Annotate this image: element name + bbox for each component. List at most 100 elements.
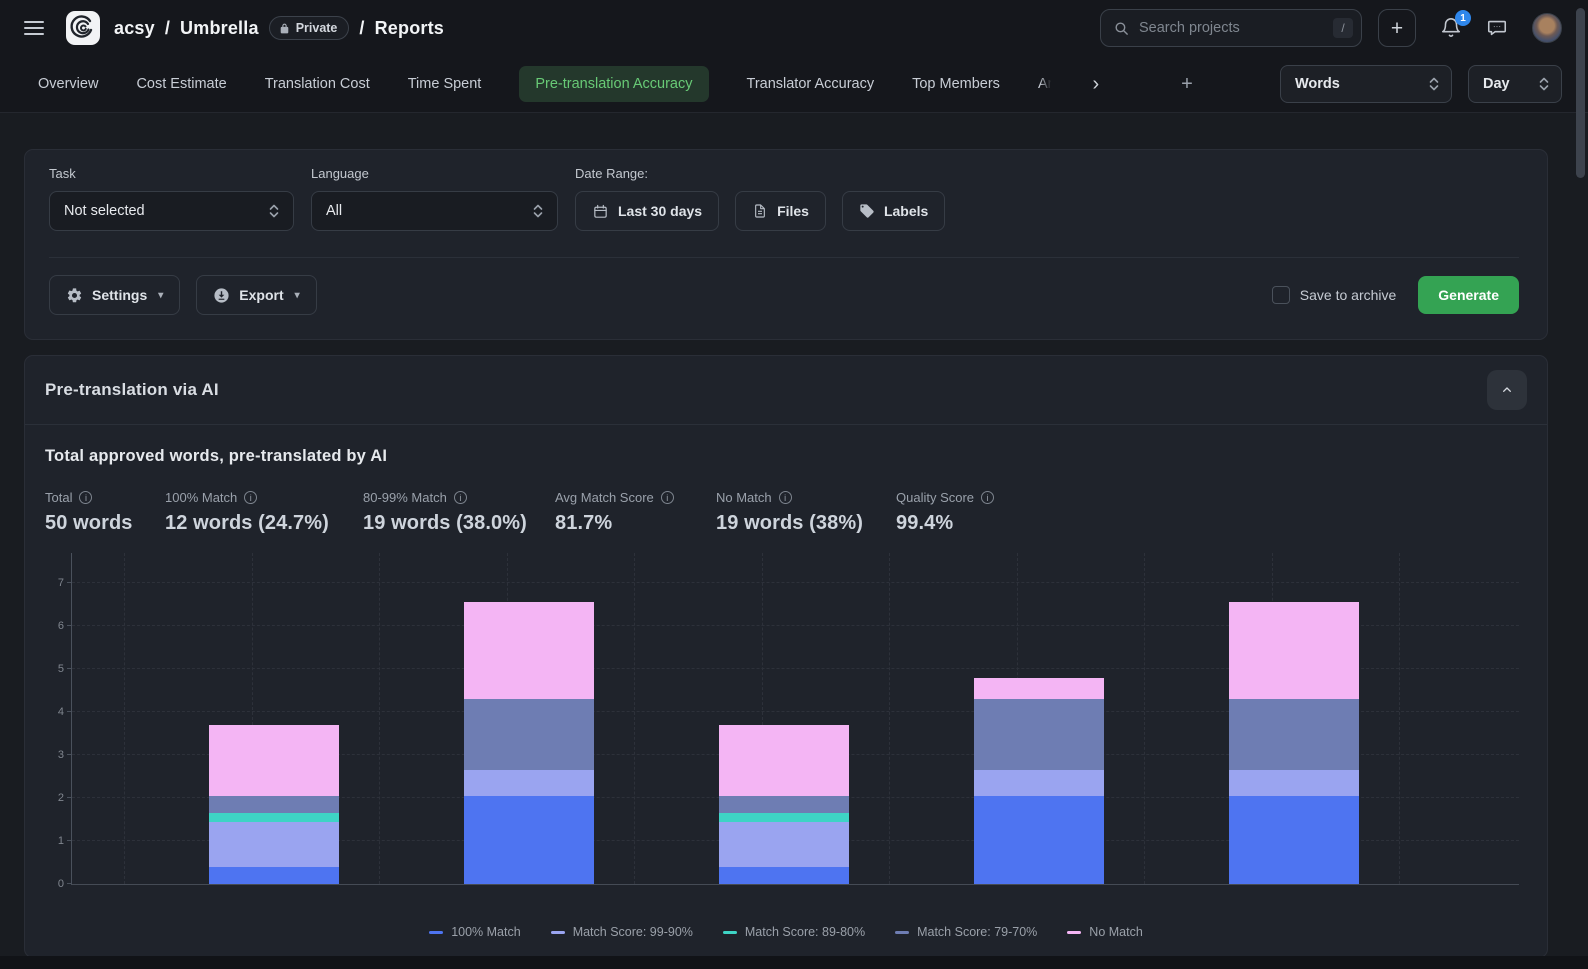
y-axis-tick [67,797,72,798]
legend-item-match-score-79-70-[interactable]: Match Score: 79-70% [895,925,1037,939]
bar-segment-match-score-79-70-[interactable] [1229,699,1359,770]
stat-label-text: Avg Match Score [555,490,654,505]
y-axis-tick-label: 5 [42,663,64,675]
info-icon[interactable]: i [661,491,674,504]
tab-cost-estimate[interactable]: Cost Estimate [136,76,226,92]
breadcrumb-project[interactable]: Umbrella [180,18,259,39]
bar-segment-match-score-99-90-[interactable] [464,770,594,796]
legend-item-match-score-89-80-[interactable]: Match Score: 89-80% [723,925,865,939]
labels-button-label: Labels [884,203,928,219]
save-to-archive-checkbox[interactable] [1272,286,1290,304]
messages-button[interactable] [1486,17,1508,39]
tab-translation-cost[interactable]: Translation Cost [265,76,370,92]
topbar-actions: / + 1 [1100,9,1562,47]
info-icon[interactable]: i [981,491,994,504]
tab-top-members[interactable]: Top Members [912,76,1000,92]
bar-segment-match-score-79-70-[interactable] [719,796,849,813]
breadcrumb-org[interactable]: acsy [114,18,155,39]
bar-segment-match-score-79-70-[interactable] [464,699,594,770]
search-projects-box[interactable]: / [1100,9,1362,47]
updown-arrows-icon [1537,76,1551,92]
scrollbar-thumb[interactable] [1576,8,1585,178]
search-input[interactable] [1139,20,1333,36]
bar-segment-no-match[interactable] [1229,602,1359,699]
language-filter-group: Language All [311,166,558,231]
notification-count-badge: 1 [1455,10,1471,26]
y-axis-tick-label: 2 [42,792,64,804]
y-axis-tick [67,883,72,884]
bar-segment-match-score-99-90-[interactable] [209,822,339,867]
tab-overflow-truncated[interactable]: Ar [1038,76,1053,92]
info-icon[interactable]: i [244,491,257,504]
y-axis-tick-label: 4 [42,706,64,718]
bar-segment-no-match[interactable] [974,678,1104,700]
info-icon[interactable]: i [454,491,467,504]
search-icon [1113,20,1130,37]
tag-icon [859,203,875,219]
user-avatar[interactable] [1532,13,1562,43]
app-logo[interactable] [66,11,100,45]
tab-time-spent[interactable]: Time Spent [408,76,482,92]
bar-segment-match-score-99-90-[interactable] [719,822,849,867]
y-axis-tick [67,840,72,841]
bar-segment-match-score-79-70-[interactable] [974,699,1104,770]
tabs-scroll-right-icon[interactable]: › [1090,74,1101,94]
bar-segment-no-match[interactable] [209,725,339,796]
info-icon[interactable]: i [79,491,92,504]
language-label: Language [311,166,558,181]
legend-item-no-match[interactable]: No Match [1067,925,1143,939]
tab-translator-accuracy[interactable]: Translator Accuracy [747,76,875,92]
stat-value: 99.4% [896,512,994,535]
date-range-label: Date Range: [575,166,945,181]
stat-value: 50 words [45,512,165,535]
legend-marker-icon [1067,931,1081,934]
bar-segment-match-score-89-80-[interactable] [209,813,339,822]
hamburger-menu-icon[interactable] [24,21,44,35]
language-select[interactable]: All [311,191,558,231]
collapse-panel-button[interactable] [1487,370,1527,410]
legend-label: Match Score: 99-90% [573,925,693,939]
bar-segment-no-match[interactable] [464,602,594,699]
settings-button-label: Settings [92,287,147,303]
bar-segment-100-match[interactable] [1229,796,1359,884]
notifications-button[interactable]: 1 [1440,17,1462,39]
stat-label-text: 80-99% Match [363,490,447,505]
export-button[interactable]: Export ▾ [196,275,316,315]
bar-segment-100-match[interactable] [719,867,849,884]
updown-arrows-icon [267,203,281,219]
date-range-button[interactable]: Last 30 days [575,191,719,231]
stat-label: No Matchi [716,490,896,505]
unit-select[interactable]: Words [1280,65,1452,103]
bar-segment-100-match[interactable] [464,796,594,884]
add-report-tab-button[interactable]: + [1181,74,1193,94]
bar-segment-match-score-99-90-[interactable] [974,770,1104,796]
bar-segment-no-match[interactable] [719,725,849,796]
page-scrollbar[interactable] [1576,0,1585,969]
y-axis-tick-label: 0 [42,878,64,890]
info-icon[interactable]: i [779,491,792,504]
legend-item-100-match[interactable]: 100% Match [429,925,520,939]
bar-segment-match-score-99-90-[interactable] [1229,770,1359,796]
stat-value: 81.7% [555,512,716,535]
export-download-icon [213,287,230,304]
task-select[interactable]: Not selected [49,191,294,231]
bar-segment-match-score-79-70-[interactable] [209,796,339,813]
vertical-gridline [634,553,635,884]
labels-filter-button[interactable]: Labels [842,191,945,231]
tab-pre-translation-accuracy[interactable]: Pre-translation Accuracy [519,66,708,102]
legend-item-match-score-99-90-[interactable]: Match Score: 99-90% [551,925,693,939]
bar-segment-match-score-89-80-[interactable] [719,813,849,822]
bar-segment-100-match[interactable] [209,867,339,884]
period-select[interactable]: Day [1468,65,1562,103]
bar-segment-100-match[interactable] [974,796,1104,884]
tab-overview[interactable]: Overview [38,76,98,92]
files-filter-button[interactable]: Files [735,191,826,231]
stat-quality-score: Quality Scorei99.4% [896,490,994,535]
stat-label-text: 100% Match [165,490,237,505]
create-new-button[interactable]: + [1378,9,1416,47]
lock-icon [278,22,291,35]
save-to-archive-option[interactable]: Save to archive [1272,286,1397,304]
vertical-gridline [124,553,125,884]
settings-button[interactable]: Settings ▾ [49,275,180,315]
generate-button[interactable]: Generate [1418,276,1519,314]
